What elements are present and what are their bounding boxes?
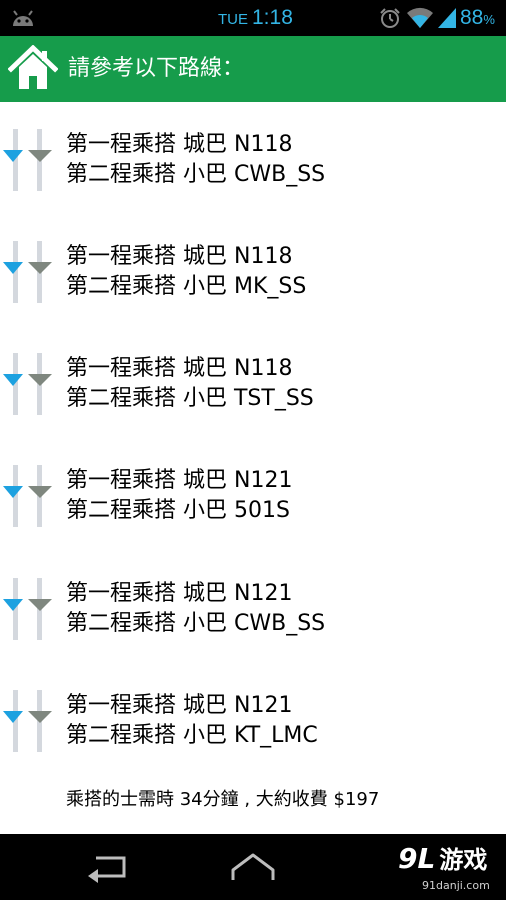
status-bar: TUE 1:18 88% — [0, 0, 506, 36]
android-icon — [13, 10, 33, 26]
route-second-leg: 第二程乘搭 小巴 TST_SS — [66, 386, 314, 411]
route-first-leg: 第一程乘搭 城巴 N121 — [66, 693, 293, 718]
route-item[interactable]: 第一程乘搭 城巴 N118 第二程乘搭 小巴 CWB_SS — [0, 102, 506, 214]
route-first-leg: 第一程乘搭 城巴 N118 — [66, 132, 293, 157]
route-first-leg: 第一程乘搭 城巴 N121 — [66, 468, 293, 493]
route-item[interactable]: 第一程乘搭 城巴 N121 第二程乘搭 小巴 501S — [0, 438, 506, 550]
taxi-info: 乘搭的士需時 34分鐘 , 大約收費 $197 — [66, 789, 380, 810]
route-second-leg: 第二程乘搭 小巴 KT_LMC — [66, 723, 318, 748]
battery-number: 88 — [460, 6, 484, 29]
page-title: 請參考以下路線： — [68, 56, 245, 81]
home-icon[interactable] — [8, 45, 58, 91]
transfer-arrows-icon — [3, 129, 52, 191]
back-icon[interactable] — [84, 850, 134, 884]
alarm-icon — [380, 8, 400, 28]
route-second-leg: 第二程乘搭 小巴 MK_SS — [66, 274, 307, 299]
transfer-arrows-icon — [3, 578, 52, 640]
route-first-leg: 第一程乘搭 城巴 N118 — [66, 244, 293, 269]
route-item[interactable]: 第一程乘搭 城巴 N121 第二程乘搭 小巴 KT_LMC — [0, 663, 506, 775]
watermark-logo: 9L 游戏 — [398, 842, 487, 876]
route-item[interactable]: 第一程乘搭 城巴 N121 第二程乘搭 小巴 CWB_SS — [0, 551, 506, 663]
route-item[interactable]: 第一程乘搭 城巴 N118 第二程乘搭 小巴 TST_SS — [0, 326, 506, 438]
battery-percent-sign: % — [483, 12, 495, 27]
route-first-leg: 第一程乘搭 城巴 N121 — [66, 581, 293, 606]
route-second-leg: 第二程乘搭 小巴 CWB_SS — [66, 611, 326, 636]
battery-level: 88% — [460, 6, 495, 30]
route-second-leg: 第二程乘搭 小巴 CWB_SS — [66, 162, 326, 187]
wifi-icon — [407, 7, 433, 29]
route-second-leg: 第二程乘搭 小巴 501S — [66, 498, 290, 523]
transfer-arrows-icon — [3, 465, 52, 527]
signal-icon — [438, 8, 456, 28]
watermark-number: 9L — [398, 842, 436, 875]
home-icon[interactable] — [228, 850, 278, 884]
route-first-leg: 第一程乘搭 城巴 N118 — [66, 356, 293, 381]
watermark-url: 91danji.com — [422, 879, 490, 892]
clock-day: TUE — [218, 11, 248, 28]
clock: TUE 1:18 — [218, 6, 293, 30]
transfer-arrows-icon — [3, 241, 52, 303]
header-bar: 請參考以下路線： — [0, 36, 506, 102]
navigation-bar: 9L 游戏 91danji.com — [0, 834, 506, 900]
clock-time: 1:18 — [252, 6, 293, 29]
transfer-arrows-icon — [3, 690, 52, 752]
transfer-arrows-icon — [3, 353, 52, 415]
route-item[interactable]: 第一程乘搭 城巴 N118 第二程乘搭 小巴 MK_SS — [0, 214, 506, 326]
watermark-text: 游戏 — [439, 846, 488, 874]
